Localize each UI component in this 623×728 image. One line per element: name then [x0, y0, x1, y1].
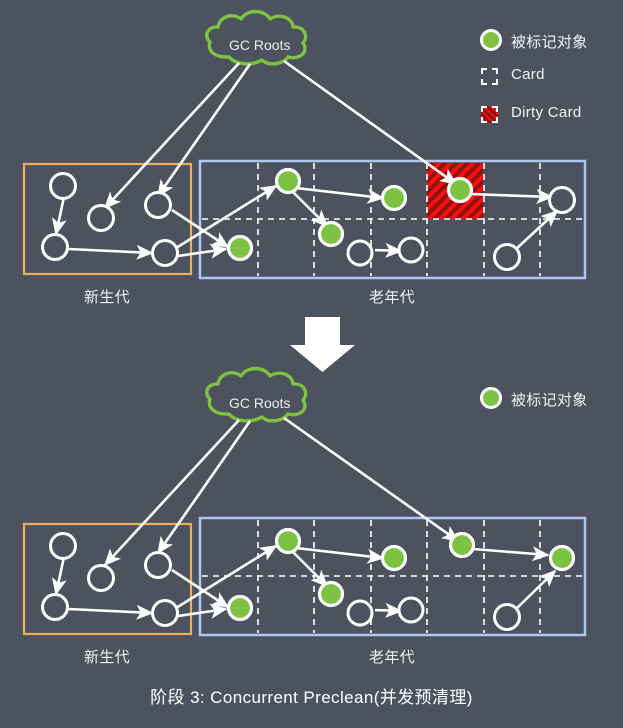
unmarked-node	[151, 599, 179, 627]
card-grid-top	[202, 163, 583, 276]
diagram-canvas: GC Roots GC Roots 新生代 老年代 新生代 老年代 被标记对象 …	[0, 0, 623, 728]
old-gen-label-top: 老年代	[369, 289, 415, 306]
unmarked-node	[87, 564, 115, 592]
marked-node	[548, 544, 576, 572]
gc-roots-label-bottom: GC Roots	[229, 395, 291, 411]
marked-node	[380, 184, 408, 212]
legend-item-dirty-card-label: Dirty Card	[511, 104, 582, 121]
page-caption: 阶段 3: Concurrent Preclean(并发预清理)	[150, 688, 473, 707]
old-nodes-bottom	[226, 527, 576, 631]
unmarked-node	[397, 236, 425, 264]
legend-green-circle-icon-bottom	[480, 387, 502, 409]
unmarked-node	[49, 532, 77, 560]
unmarked-node	[493, 243, 521, 271]
unmarked-node	[493, 603, 521, 631]
legend-item-marked-label-bottom: 被标记对象	[511, 392, 588, 409]
unmarked-node	[548, 186, 576, 214]
dashed-square-icon	[481, 68, 498, 85]
card-grid-bottom	[202, 520, 583, 633]
unmarked-node	[49, 172, 77, 200]
marked-node	[448, 531, 476, 559]
unmarked-node	[87, 204, 115, 232]
marked-node	[317, 220, 345, 248]
legend-item-card-label: Card	[511, 66, 545, 83]
young-to-old-edge-bottom	[177, 603, 228, 619]
unmarked-node	[346, 239, 374, 267]
marked-node	[226, 594, 254, 622]
unmarked-node	[41, 233, 69, 261]
legend-green-circle-icon-top	[480, 29, 502, 51]
marked-node	[274, 167, 302, 195]
legend-item-marked-label: 被标记对象	[511, 34, 588, 51]
gc-roots-label-top: GC Roots	[229, 37, 291, 53]
down-arrow-icon	[290, 317, 355, 372]
unmarked-node	[397, 596, 425, 624]
marked-node	[226, 234, 254, 262]
marked-node	[274, 527, 302, 555]
marked-node	[446, 176, 474, 204]
marked-node	[380, 544, 408, 572]
unmarked-node	[41, 593, 69, 621]
young-to-old-edge-top	[177, 243, 228, 259]
hatched-square-icon	[481, 106, 498, 123]
old-gen-label-bottom: 老年代	[369, 649, 415, 666]
marked-node	[317, 580, 345, 608]
young-gen-label-bottom: 新生代	[84, 649, 130, 666]
unmarked-node	[346, 599, 374, 627]
unmarked-node	[151, 239, 179, 267]
young-gen-label-top: 新生代	[84, 289, 130, 306]
unmarked-node	[144, 191, 172, 219]
unmarked-node	[144, 551, 172, 579]
